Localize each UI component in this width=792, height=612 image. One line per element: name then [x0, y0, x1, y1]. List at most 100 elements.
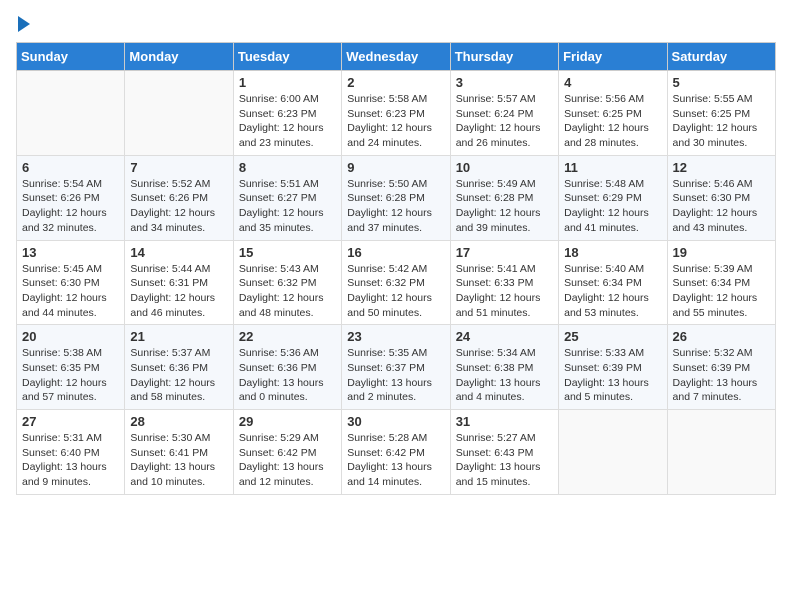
day-number: 3: [456, 75, 553, 90]
day-info: Sunrise: 5:49 AMSunset: 6:28 PMDaylight:…: [456, 177, 553, 236]
calendar-table: SundayMondayTuesdayWednesdayThursdayFrid…: [16, 42, 776, 495]
day-info: Sunrise: 5:42 AMSunset: 6:32 PMDaylight:…: [347, 262, 444, 321]
calendar-cell: [559, 410, 667, 495]
calendar-week-row: 27 Sunrise: 5:31 AMSunset: 6:40 PMDayligh…: [17, 410, 776, 495]
calendar-header-row: SundayMondayTuesdayWednesdayThursdayFrid…: [17, 43, 776, 71]
calendar-cell: 22 Sunrise: 5:36 AMSunset: 6:36 PMDayligh…: [233, 325, 341, 410]
logo: [16, 16, 30, 32]
day-info: Sunrise: 5:38 AMSunset: 6:35 PMDaylight:…: [22, 346, 119, 405]
day-info: Sunrise: 5:33 AMSunset: 6:39 PMDaylight:…: [564, 346, 661, 405]
calendar-cell: 23 Sunrise: 5:35 AMSunset: 6:37 PMDayligh…: [342, 325, 450, 410]
day-info: Sunrise: 5:50 AMSunset: 6:28 PMDaylight:…: [347, 177, 444, 236]
day-header-wednesday: Wednesday: [342, 43, 450, 71]
day-info: Sunrise: 5:52 AMSunset: 6:26 PMDaylight:…: [130, 177, 227, 236]
day-number: 17: [456, 245, 553, 260]
day-info: Sunrise: 5:32 AMSunset: 6:39 PMDaylight:…: [673, 346, 770, 405]
day-header-friday: Friday: [559, 43, 667, 71]
day-info: Sunrise: 5:37 AMSunset: 6:36 PMDaylight:…: [130, 346, 227, 405]
day-number: 20: [22, 329, 119, 344]
day-number: 4: [564, 75, 661, 90]
calendar-cell: 14 Sunrise: 5:44 AMSunset: 6:31 PMDayligh…: [125, 240, 233, 325]
day-number: 19: [673, 245, 770, 260]
day-number: 29: [239, 414, 336, 429]
calendar-cell: 5Sunrise: 5:55 AMSunset: 6:25 PMDaylight…: [667, 71, 775, 156]
calendar-cell: 4 Sunrise: 5:56 AMSunset: 6:25 PMDaylight…: [559, 71, 667, 156]
day-number: 31: [456, 414, 553, 429]
day-number: 9: [347, 160, 444, 175]
day-number: 10: [456, 160, 553, 175]
calendar-cell: 20 Sunrise: 5:38 AMSunset: 6:35 PMDayligh…: [17, 325, 125, 410]
calendar-cell: 29 Sunrise: 5:29 AMSunset: 6:42 PMDayligh…: [233, 410, 341, 495]
calendar-week-row: 1Sunrise: 6:00 AMSunset: 6:23 PMDaylight…: [17, 71, 776, 156]
day-number: 25: [564, 329, 661, 344]
day-info: Sunrise: 5:54 AMSunset: 6:26 PMDaylight:…: [22, 177, 119, 236]
day-number: 11: [564, 160, 661, 175]
logo-arrow-icon: [18, 16, 30, 32]
day-number: 21: [130, 329, 227, 344]
day-number: 22: [239, 329, 336, 344]
day-number: 23: [347, 329, 444, 344]
day-info: Sunrise: 5:30 AMSunset: 6:41 PMDaylight:…: [130, 431, 227, 490]
day-info: Sunrise: 5:43 AMSunset: 6:32 PMDaylight:…: [239, 262, 336, 321]
calendar-cell: [667, 410, 775, 495]
day-number: 5: [673, 75, 770, 90]
day-number: 28: [130, 414, 227, 429]
day-number: 27: [22, 414, 119, 429]
calendar-cell: 17Sunrise: 5:41 AMSunset: 6:33 PMDayligh…: [450, 240, 558, 325]
calendar-cell: 3Sunrise: 5:57 AMSunset: 6:24 PMDaylight…: [450, 71, 558, 156]
calendar-cell: 25 Sunrise: 5:33 AMSunset: 6:39 PMDayligh…: [559, 325, 667, 410]
calendar-cell: 15 Sunrise: 5:43 AMSunset: 6:32 PMDayligh…: [233, 240, 341, 325]
day-number: 14: [130, 245, 227, 260]
calendar-cell: 12Sunrise: 5:46 AMSunset: 6:30 PMDayligh…: [667, 155, 775, 240]
day-info: Sunrise: 5:45 AMSunset: 6:30 PMDaylight:…: [22, 262, 119, 321]
calendar-cell: 13 Sunrise: 5:45 AMSunset: 6:30 PMDayligh…: [17, 240, 125, 325]
calendar-cell: 26 Sunrise: 5:32 AMSunset: 6:39 PMDayligh…: [667, 325, 775, 410]
day-info: Sunrise: 5:58 AMSunset: 6:23 PMDaylight:…: [347, 92, 444, 151]
calendar-cell: 31Sunrise: 5:27 AMSunset: 6:43 PMDayligh…: [450, 410, 558, 495]
calendar-cell: 7 Sunrise: 5:52 AMSunset: 6:26 PMDaylight…: [125, 155, 233, 240]
day-number: 2: [347, 75, 444, 90]
calendar-week-row: 6Sunrise: 5:54 AMSunset: 6:26 PMDaylight…: [17, 155, 776, 240]
day-info: Sunrise: 5:29 AMSunset: 6:42 PMDaylight:…: [239, 431, 336, 490]
calendar-cell: 10 Sunrise: 5:49 AMSunset: 6:28 PMDayligh…: [450, 155, 558, 240]
day-number: 16: [347, 245, 444, 260]
calendar-cell: [17, 71, 125, 156]
day-number: 26: [673, 329, 770, 344]
calendar-cell: 19 Sunrise: 5:39 AMSunset: 6:34 PMDayligh…: [667, 240, 775, 325]
day-number: 7: [130, 160, 227, 175]
day-header-sunday: Sunday: [17, 43, 125, 71]
day-info: Sunrise: 5:31 AMSunset: 6:40 PMDaylight:…: [22, 431, 119, 490]
day-number: 30: [347, 414, 444, 429]
day-info: Sunrise: 5:46 AMSunset: 6:30 PMDaylight:…: [673, 177, 770, 236]
calendar-week-row: 13 Sunrise: 5:45 AMSunset: 6:30 PMDayligh…: [17, 240, 776, 325]
calendar-cell: 28 Sunrise: 5:30 AMSunset: 6:41 PMDayligh…: [125, 410, 233, 495]
day-number: 13: [22, 245, 119, 260]
day-header-saturday: Saturday: [667, 43, 775, 71]
day-info: Sunrise: 5:51 AMSunset: 6:27 PMDaylight:…: [239, 177, 336, 236]
calendar-cell: 9 Sunrise: 5:50 AMSunset: 6:28 PMDaylight…: [342, 155, 450, 240]
day-info: Sunrise: 5:39 AMSunset: 6:34 PMDaylight:…: [673, 262, 770, 321]
calendar-cell: 24 Sunrise: 5:34 AMSunset: 6:38 PMDayligh…: [450, 325, 558, 410]
day-info: Sunrise: 5:44 AMSunset: 6:31 PMDaylight:…: [130, 262, 227, 321]
calendar-cell: 11 Sunrise: 5:48 AMSunset: 6:29 PMDayligh…: [559, 155, 667, 240]
day-info: Sunrise: 5:36 AMSunset: 6:36 PMDaylight:…: [239, 346, 336, 405]
day-info: Sunrise: 6:00 AMSunset: 6:23 PMDaylight:…: [239, 92, 336, 151]
calendar-cell: 18Sunrise: 5:40 AMSunset: 6:34 PMDayligh…: [559, 240, 667, 325]
calendar-week-row: 20 Sunrise: 5:38 AMSunset: 6:35 PMDayligh…: [17, 325, 776, 410]
day-info: Sunrise: 5:35 AMSunset: 6:37 PMDaylight:…: [347, 346, 444, 405]
day-header-thursday: Thursday: [450, 43, 558, 71]
calendar-cell: 27 Sunrise: 5:31 AMSunset: 6:40 PMDayligh…: [17, 410, 125, 495]
day-info: Sunrise: 5:28 AMSunset: 6:42 PMDaylight:…: [347, 431, 444, 490]
day-info: Sunrise: 5:48 AMSunset: 6:29 PMDaylight:…: [564, 177, 661, 236]
day-header-tuesday: Tuesday: [233, 43, 341, 71]
calendar-cell: [125, 71, 233, 156]
day-number: 24: [456, 329, 553, 344]
page-header: [16, 16, 776, 32]
day-number: 15: [239, 245, 336, 260]
calendar-cell: 1Sunrise: 6:00 AMSunset: 6:23 PMDaylight…: [233, 71, 341, 156]
calendar-cell: 8Sunrise: 5:51 AMSunset: 6:27 PMDaylight…: [233, 155, 341, 240]
calendar-cell: 21 Sunrise: 5:37 AMSunset: 6:36 PMDayligh…: [125, 325, 233, 410]
day-info: Sunrise: 5:34 AMSunset: 6:38 PMDaylight:…: [456, 346, 553, 405]
calendar-cell: 6Sunrise: 5:54 AMSunset: 6:26 PMDaylight…: [17, 155, 125, 240]
day-info: Sunrise: 5:56 AMSunset: 6:25 PMDaylight:…: [564, 92, 661, 151]
